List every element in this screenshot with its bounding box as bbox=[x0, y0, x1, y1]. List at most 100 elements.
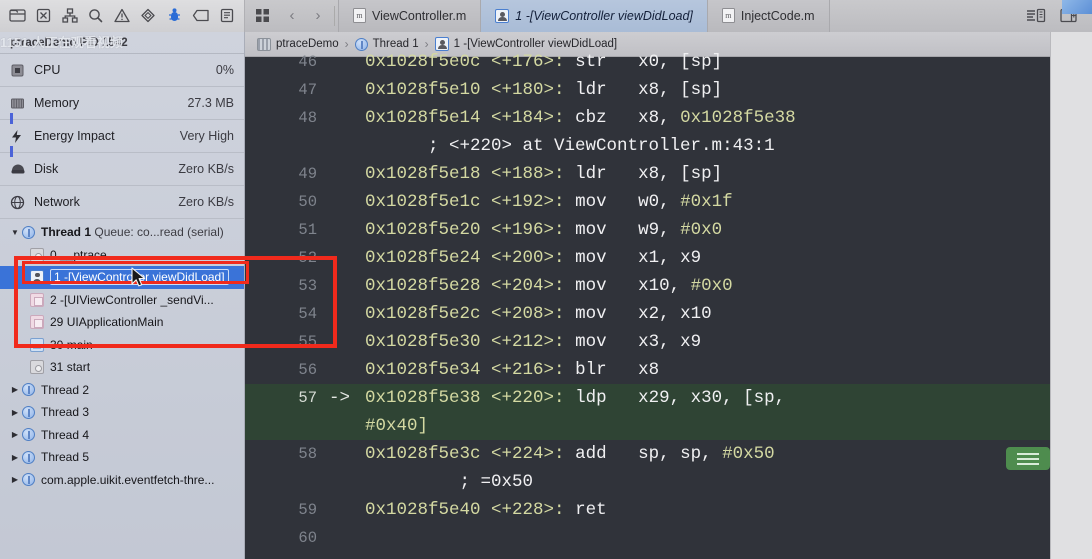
stack-frame-row-29[interactable]: 29 UIApplicationMain bbox=[0, 311, 244, 334]
tab-viewdidload-frame[interactable]: 1 -[ViewController viewDidLoad] bbox=[481, 0, 708, 32]
code-line[interactable]: 60 bbox=[245, 524, 1050, 552]
system-frame-icon bbox=[30, 247, 44, 262]
stack-frame-row-0[interactable]: 0 __ptrace bbox=[0, 244, 244, 267]
badge-line bbox=[1017, 457, 1039, 460]
disclosure-triangle-icon[interactable]: ▶ bbox=[8, 453, 22, 462]
instruction-offset: <+220>: bbox=[491, 388, 565, 408]
breadcrumb-separator: › bbox=[344, 37, 349, 51]
find-navigator-icon[interactable] bbox=[86, 6, 106, 26]
code-line[interactable]: 54 0x1028f5e2c <+208>: mov x2, x10 bbox=[245, 300, 1050, 328]
line-number: 60 bbox=[298, 529, 317, 547]
line-number: 50 bbox=[298, 193, 317, 211]
report-navigator-icon[interactable] bbox=[217, 6, 237, 26]
thread-icon bbox=[22, 405, 35, 419]
stack-frame-row-31[interactable]: 31 start bbox=[0, 356, 244, 379]
disclosure-triangle-icon[interactable]: ▶ bbox=[8, 385, 22, 394]
back-button[interactable]: ‹ bbox=[279, 0, 305, 32]
instruction-offset: <+228>: bbox=[491, 500, 565, 520]
code-line[interactable]: 46 0x1028f5e0c <+176>: str x0, [sp] bbox=[245, 52, 1050, 76]
tab-injectcode-m[interactable]: m InjectCode.m bbox=[707, 0, 830, 32]
assistant-editor-icon[interactable] bbox=[1026, 6, 1046, 26]
frame-label: start bbox=[66, 360, 91, 375]
code-line[interactable]: 51 0x1028f5e20 <+196>: mov w9, #0x0 bbox=[245, 216, 1050, 244]
line-number: 57 bbox=[298, 389, 317, 407]
tab-viewcontroller-m[interactable]: m ViewController.m bbox=[338, 0, 482, 32]
operands: x8 bbox=[638, 360, 660, 380]
top-toolbar: ‹ › m ViewController.m 1 -[ViewControlle… bbox=[0, 0, 1092, 32]
frame-label: main bbox=[66, 337, 93, 352]
frame-index: 0 bbox=[50, 247, 57, 262]
instruction-address: 0x1028f5e38 bbox=[365, 388, 481, 408]
gauge-memory[interactable]: Memory 27.3 MB bbox=[0, 87, 244, 124]
stack-frame-row-1[interactable]: 1 -[ViewController viewDidLoad] bbox=[0, 266, 244, 289]
operands: x8, bbox=[638, 108, 681, 128]
source-control-navigator-icon[interactable] bbox=[33, 6, 53, 26]
disclosure-triangle-icon[interactable]: ▼ bbox=[8, 228, 22, 237]
thread-row-1[interactable]: ▼ Thread 1 Queue: co...read (serial) bbox=[0, 221, 244, 244]
user-frame-icon bbox=[30, 270, 44, 285]
thread-row-3[interactable]: ▶ Thread 3 bbox=[0, 401, 244, 424]
source-comment: ; <+220> at ViewController.m:43:1 bbox=[428, 136, 775, 156]
value-comment: ; =0x50 bbox=[459, 472, 534, 492]
code-line[interactable]: 50 0x1028f5e1c <+192>: mov w0, #0x1f bbox=[245, 188, 1050, 216]
thread-name: Thread 3 bbox=[41, 405, 90, 420]
gauge-network[interactable]: Network Zero KB/s bbox=[0, 186, 244, 219]
breakpoint-navigator-icon[interactable] bbox=[191, 6, 211, 26]
navigator-selector-bar bbox=[0, 0, 245, 32]
code-line[interactable]: 47 0x1028f5e10 <+180>: ldr x8, [sp] bbox=[245, 76, 1050, 104]
current-instruction-line[interactable]: 57 -> 0x1028f5e38 <+220>: ldp x29, x30, … bbox=[245, 384, 1050, 412]
project-navigator-icon[interactable] bbox=[7, 6, 27, 26]
gauge-label: Network bbox=[34, 195, 80, 209]
mnemonic: str bbox=[575, 52, 607, 72]
gauge-cpu[interactable]: CPU 0% bbox=[0, 54, 244, 87]
code-line[interactable]: 59 0x1028f5e40 <+228>: ret bbox=[245, 496, 1050, 524]
code-line[interactable]: 55 0x1028f5e30 <+212>: mov x3, x9 bbox=[245, 328, 1050, 356]
operands: x2, x10 bbox=[638, 304, 712, 324]
disclosure-triangle-icon[interactable]: ▶ bbox=[8, 408, 22, 417]
disclosure-triangle-icon[interactable]: ▶ bbox=[8, 430, 22, 439]
grid-icon[interactable] bbox=[245, 8, 279, 23]
code-line[interactable]: 49 0x1028f5e18 <+188>: ldr x8, [sp] bbox=[245, 160, 1050, 188]
code-line[interactable]: 58 0x1028f5e3c <+224>: add sp, sp, #0x50 bbox=[245, 440, 1050, 468]
mnemonic: ret bbox=[575, 500, 607, 520]
m-file-icon: m bbox=[721, 8, 735, 23]
code-line[interactable]: 56 0x1028f5e34 <+216>: blr x8 bbox=[245, 356, 1050, 384]
issue-navigator-icon[interactable] bbox=[112, 6, 132, 26]
thread-row-eventfetch[interactable]: ▶ com.apple.uikit.eventfetch-thre... bbox=[0, 469, 244, 492]
immediate: #0x50 bbox=[722, 444, 775, 464]
instruction-offset: <+184>: bbox=[491, 108, 565, 128]
debug-navigator-sidebar: ptraceDemo PID 1542 1151 人正在观看视频 CPU 0% … bbox=[0, 32, 245, 559]
code-line[interactable]: 48 0x1028f5e14 <+184>: cbz x8, 0x1028f5e… bbox=[245, 104, 1050, 132]
assembly-toggle-badge[interactable] bbox=[1006, 447, 1050, 470]
disassembly-code[interactable]: 46 0x1028f5e0c <+176>: str x0, [sp] 47 0… bbox=[245, 52, 1050, 552]
thread-row-5[interactable]: ▶ Thread 5 bbox=[0, 446, 244, 469]
stack-frame-row-30[interactable]: 30 main bbox=[0, 334, 244, 357]
instruction-offset: <+196>: bbox=[491, 220, 565, 240]
thread-name: Thread 1 bbox=[41, 225, 92, 240]
stack-frame-row-2[interactable]: 2 -[UIViewController _sendVi... bbox=[0, 289, 244, 312]
cpu-icon bbox=[10, 63, 30, 78]
forward-button[interactable]: › bbox=[305, 0, 331, 32]
process-header[interactable]: ptraceDemo PID 1542 1151 人正在观看视频 bbox=[0, 32, 244, 54]
instruction-offset: <+208>: bbox=[491, 304, 565, 324]
instruction-offset: <+200>: bbox=[491, 248, 565, 268]
disclosure-triangle-icon[interactable]: ▶ bbox=[8, 475, 22, 484]
code-line[interactable]: 52 0x1028f5e24 <+200>: mov x1, x9 bbox=[245, 244, 1050, 272]
gauge-disk[interactable]: Disk Zero KB/s bbox=[0, 153, 244, 186]
frame-index: 31 bbox=[50, 360, 64, 375]
operands: sp, sp, bbox=[638, 444, 723, 464]
symbol-navigator-icon[interactable] bbox=[60, 6, 80, 26]
right-inspector-panel bbox=[1050, 32, 1092, 559]
code-line[interactable]: 53 0x1028f5e28 <+204>: mov x10, #0x0 bbox=[245, 272, 1050, 300]
operands: w0, bbox=[638, 192, 681, 212]
frame-label: UIApplicationMain bbox=[66, 315, 164, 330]
thread-icon bbox=[22, 383, 35, 397]
instruction-address: 0x1028f5e28 bbox=[365, 276, 481, 296]
thread-row-4[interactable]: ▶ Thread 4 bbox=[0, 424, 244, 447]
thread-row-2[interactable]: ▶ Thread 2 bbox=[0, 379, 244, 402]
debug-navigator-icon[interactable] bbox=[164, 6, 184, 26]
gauge-energy[interactable]: Energy Impact Very High bbox=[0, 120, 244, 157]
test-navigator-icon[interactable] bbox=[138, 6, 158, 26]
mnemonic: blr bbox=[575, 360, 607, 380]
mnemonic: cbz bbox=[575, 108, 607, 128]
